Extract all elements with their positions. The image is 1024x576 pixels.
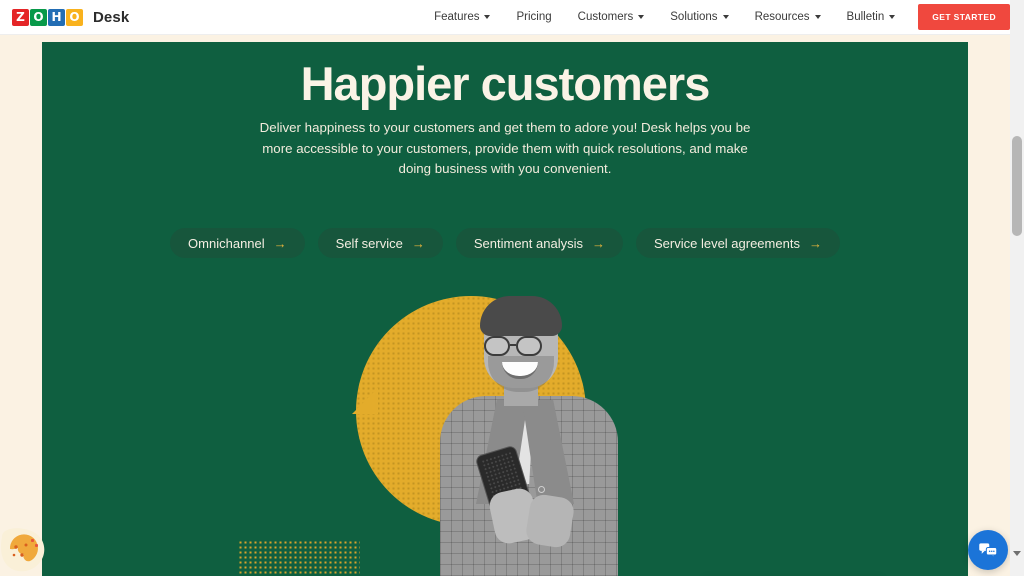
nav-item-bulletin[interactable]: Bulletin <box>834 11 909 23</box>
brand-product-name: Desk <box>93 8 130 26</box>
pill-self-service-label: Self service <box>335 235 403 251</box>
pill-omnichannel-label: Omnichannel <box>188 235 265 251</box>
chevron-down-icon <box>889 15 896 19</box>
arrow-right-icon: → <box>411 235 425 251</box>
person-hair <box>480 296 562 336</box>
feature-pill-row: Omnichannel → Self service → Sentiment a… <box>42 228 968 258</box>
chat-support-button[interactable] <box>968 530 1008 570</box>
nav-item-solutions-label: Solutions <box>670 11 718 23</box>
nav-item-pricing[interactable]: Pricing <box>503 11 564 23</box>
arrow-right-icon: → <box>808 235 822 251</box>
top-navigation-bar: Z O H O Desk Features Pricing Customers … <box>0 0 1010 35</box>
nav-item-customers[interactable]: Customers <box>565 11 658 23</box>
chevron-down-icon <box>814 15 821 19</box>
arrow-right-icon: → <box>273 235 287 251</box>
nav-item-customers-label: Customers <box>577 11 634 23</box>
zoho-logo-letter-z: Z <box>12 8 29 26</box>
nav-item-resources-label: Resources <box>754 11 810 23</box>
pill-service-level-agreements[interactable]: Service level agreements → <box>635 228 840 258</box>
pill-sentiment-analysis[interactable]: Sentiment analysis → <box>455 228 623 258</box>
person-glasses-bridge <box>510 344 516 346</box>
pill-self-service[interactable]: Self service → <box>317 228 443 258</box>
brand-logo[interactable]: Z O H O Desk <box>12 8 130 26</box>
person-hand-right <box>524 492 576 550</box>
scroll-down-arrow-icon[interactable] <box>1013 551 1021 556</box>
person-jacket-button <box>538 486 545 493</box>
nav-item-pricing-label: Pricing <box>516 11 552 23</box>
chat-bubbles-icon <box>979 543 998 559</box>
halftone-dots-block-decoration <box>238 540 360 576</box>
person-photo <box>424 296 634 576</box>
page-root: Z O H O Desk Features Pricing Customers … <box>0 0 1024 576</box>
pill-omnichannel[interactable]: Omnichannel → <box>170 228 305 258</box>
zoho-logo-icon: Z O H O <box>12 8 84 26</box>
nav-menu: Features Pricing Customers Solutions Res… <box>421 0 1010 34</box>
nav-item-solutions[interactable]: Solutions <box>657 11 741 23</box>
page-title: Happier customers <box>300 57 711 110</box>
gold-triangle-decoration <box>352 388 378 414</box>
vertical-scrollbar-thumb[interactable] <box>1012 136 1022 236</box>
nav-item-features[interactable]: Features <box>421 11 503 23</box>
get-started-button[interactable]: GET STARTED <box>918 4 1010 30</box>
nav-item-bulletin-label: Bulletin <box>846 11 885 23</box>
hero-panel: Happier customers Deliver happiness to y… <box>42 42 968 576</box>
chevron-down-icon <box>638 15 645 19</box>
nav-item-features-label: Features <box>434 11 480 23</box>
person-glasses-left <box>484 336 510 356</box>
arrow-right-icon: → <box>591 235 605 251</box>
cookie-consent-button[interactable] <box>0 527 48 573</box>
vertical-scrollbar-track[interactable] <box>1010 0 1024 576</box>
nav-item-resources[interactable]: Resources <box>742 11 834 23</box>
cookie-icon <box>0 528 45 572</box>
pill-sentiment-analysis-label: Sentiment analysis <box>473 235 583 251</box>
hero-illustration: Sentiment Positive Aspects <box>42 278 968 576</box>
chevron-down-icon <box>722 15 729 19</box>
pill-service-level-agreements-label: Service level agreements <box>653 235 800 251</box>
chevron-down-icon <box>484 15 491 19</box>
person-glasses-right <box>516 336 542 356</box>
zoho-logo-letter-o1: O <box>30 8 47 26</box>
zoho-logo-letter-o2: O <box>66 8 83 26</box>
zoho-logo-letter-h: H <box>48 8 65 26</box>
hero-subtitle: Deliver happiness to your customers and … <box>259 120 751 176</box>
